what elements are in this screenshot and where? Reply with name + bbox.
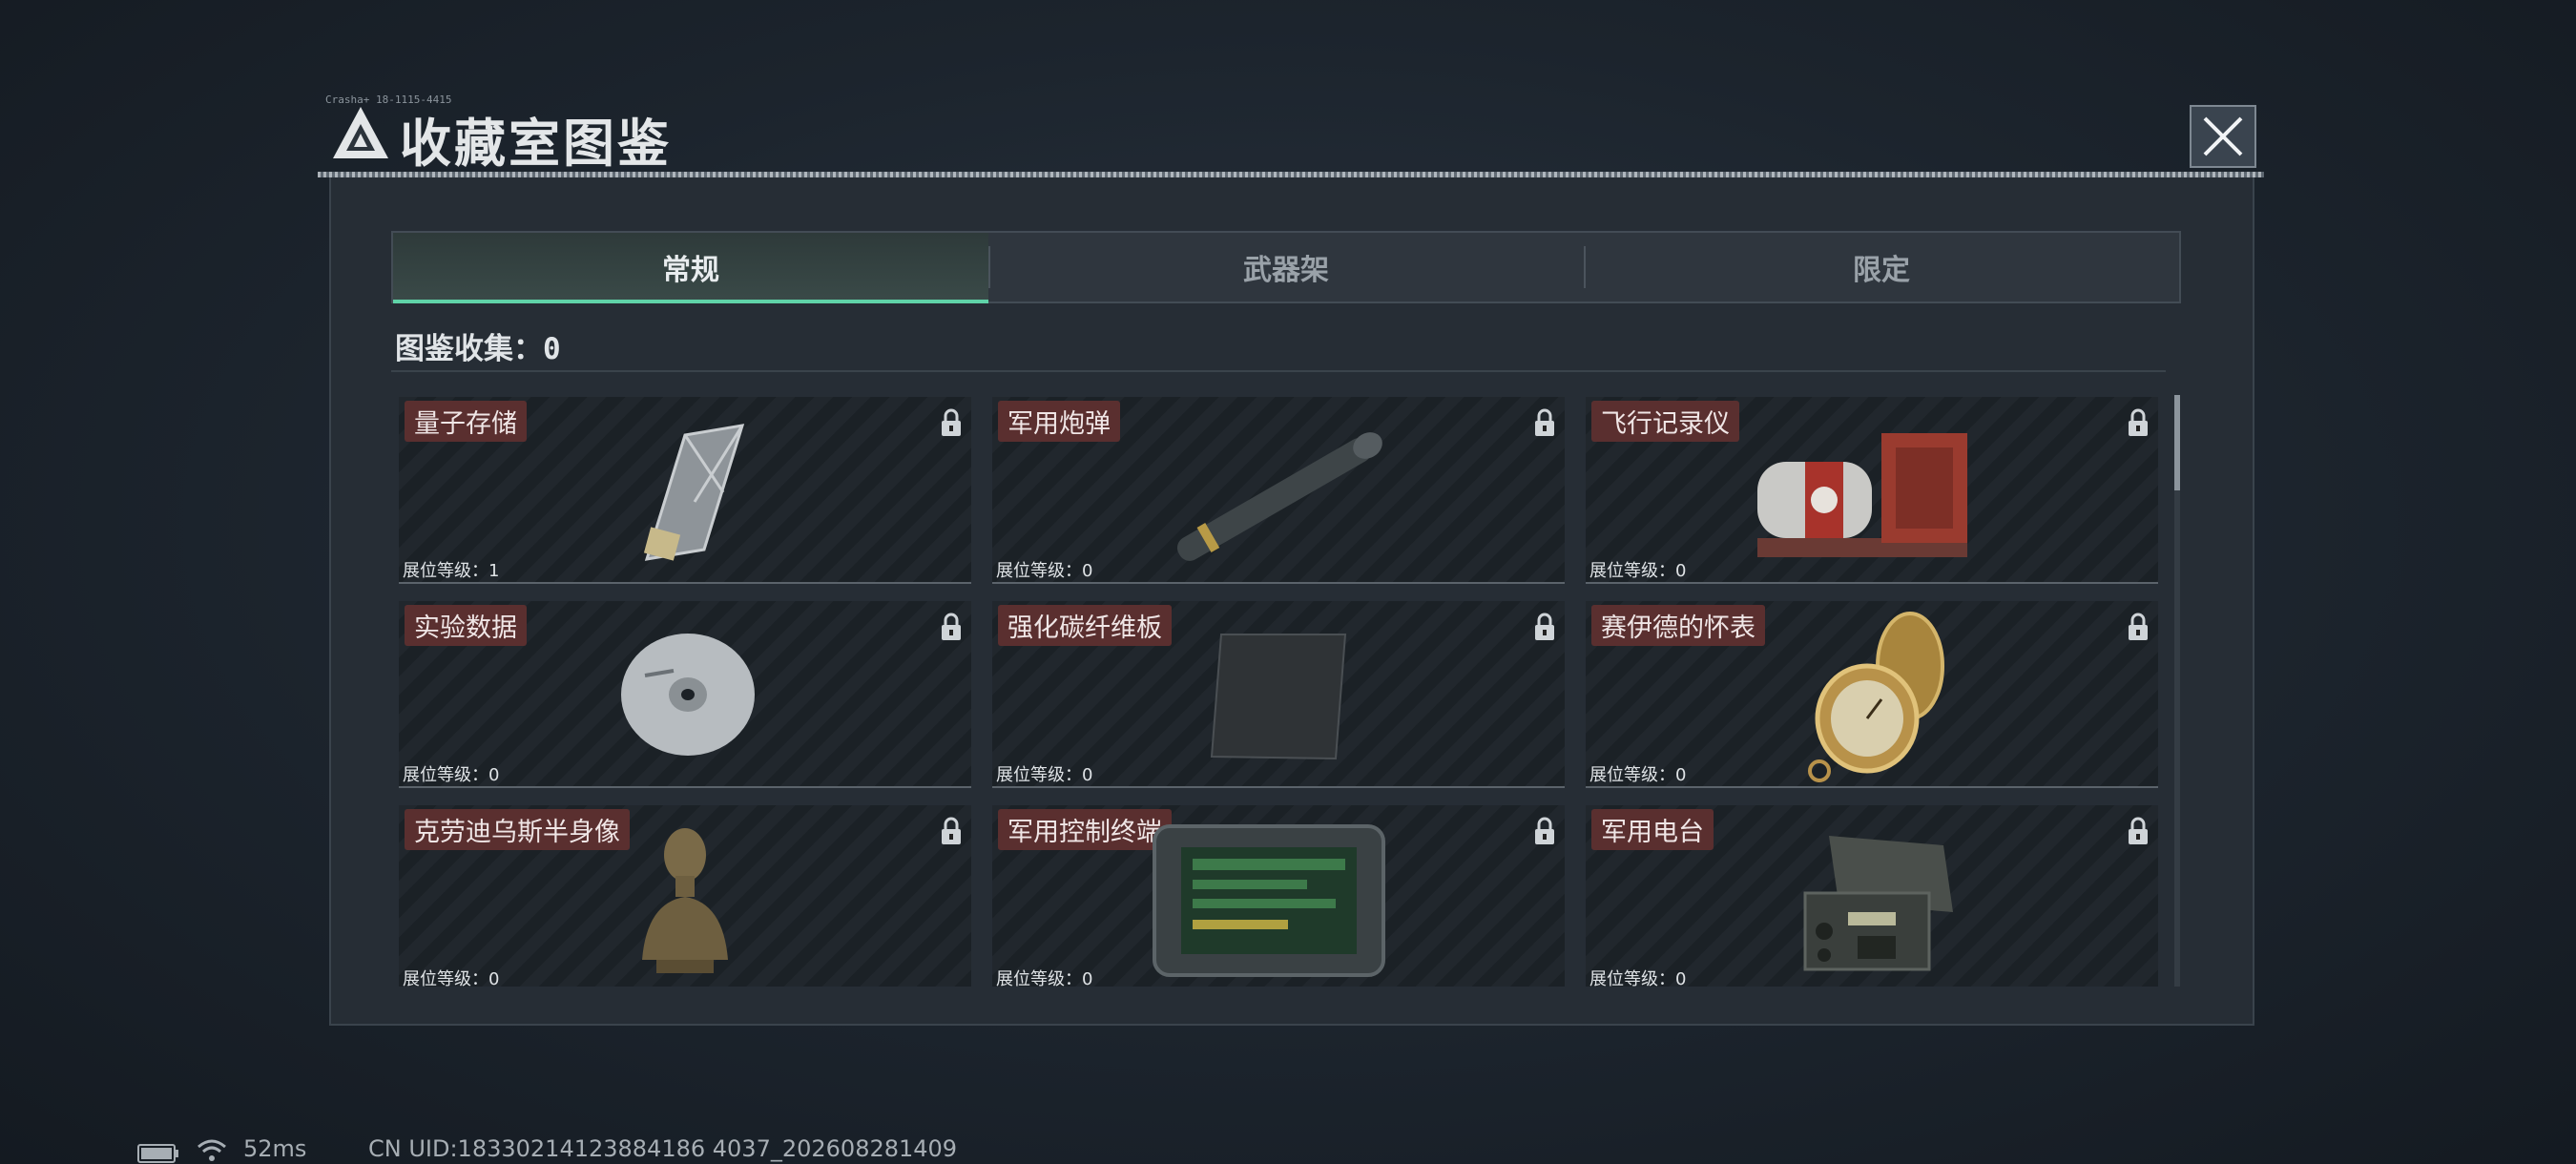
lock-icon bbox=[2129, 408, 2148, 436]
collection-label: 图鉴收集： bbox=[395, 332, 543, 366]
lock-icon bbox=[942, 817, 961, 844]
battery-icon bbox=[137, 1144, 178, 1163]
tab-regular[interactable]: 常规 bbox=[393, 233, 988, 303]
exhibit-rank: 展位等级：0 bbox=[1589, 966, 1686, 987]
delta-logo-icon bbox=[333, 107, 388, 158]
rank-label: 展位等级： bbox=[1589, 561, 1675, 581]
collection-count: 图鉴收集：0 bbox=[395, 324, 561, 367]
usb-drive-icon bbox=[643, 424, 745, 561]
bust-statue-icon bbox=[642, 828, 728, 973]
exhibit-rank: 展位等级：0 bbox=[996, 761, 1092, 786]
rank-value: 0 bbox=[1082, 765, 1093, 785]
item-name: 军用炮弹 bbox=[998, 401, 1120, 442]
rank-value: 1 bbox=[488, 561, 500, 581]
rank-label: 展位等级： bbox=[996, 765, 1082, 785]
cd-disc-icon bbox=[621, 634, 755, 756]
item-name: 军用电台 bbox=[1591, 809, 1714, 850]
item-name: 飞行记录仪 bbox=[1591, 401, 1739, 442]
item-card[interactable]: 强化碳纤维板 展位等级：0 bbox=[992, 601, 1565, 788]
exhibit-rank: 展位等级：0 bbox=[996, 966, 1092, 987]
exhibit-rank: 展位等级：0 bbox=[1589, 761, 1686, 786]
tab-weapon-rack[interactable]: 武器架 bbox=[988, 233, 1584, 301]
lock-icon bbox=[1535, 817, 1554, 844]
item-card[interactable]: 赛伊德的怀表 展位等级：0 bbox=[1586, 601, 2158, 788]
section-divider bbox=[391, 370, 2166, 372]
exhibit-rank: 展位等级：0 bbox=[403, 761, 499, 786]
item-card[interactable]: 克劳迪乌斯半身像 展位等级：0 bbox=[399, 805, 971, 987]
item-card[interactable]: 军用炮弹 展位等级：0 bbox=[992, 397, 1565, 584]
item-card[interactable]: 军用电台 展位等级：0 bbox=[1586, 805, 2158, 987]
scroll-thumb[interactable] bbox=[2174, 395, 2180, 490]
lock-icon bbox=[942, 613, 961, 640]
rank-label: 展位等级： bbox=[403, 561, 488, 581]
carbon-plate-icon bbox=[1210, 634, 1347, 760]
control-terminal-icon bbox=[1153, 824, 1385, 977]
item-name: 实验数据 bbox=[405, 605, 527, 646]
item-name: 量子存储 bbox=[405, 401, 527, 442]
rank-value: 0 bbox=[1082, 969, 1093, 987]
flight-recorder-icon bbox=[1757, 433, 1967, 557]
item-name: 克劳迪乌斯半身像 bbox=[405, 809, 630, 850]
item-card[interactable]: 飞行记录仪 展位等级：0 bbox=[1586, 397, 2158, 584]
close-button[interactable] bbox=[2190, 105, 2256, 168]
rank-label: 展位等级： bbox=[403, 765, 488, 785]
category-tabs: 常规 武器架 限定 bbox=[391, 231, 2181, 303]
exhibit-rank: 展位等级：0 bbox=[403, 966, 499, 987]
close-icon bbox=[2203, 116, 2243, 156]
lock-icon bbox=[2129, 817, 2148, 844]
tab-limited[interactable]: 限定 bbox=[1584, 233, 2179, 301]
artillery-shell-icon bbox=[1176, 432, 1382, 561]
dialog-title-bar: Crasha+ 18-1115-4415 收藏室图鉴 bbox=[318, 94, 2264, 183]
collection-value: 0 bbox=[543, 332, 561, 366]
lock-icon bbox=[2129, 613, 2148, 640]
title-divider bbox=[318, 172, 2264, 177]
rank-value: 0 bbox=[1675, 561, 1687, 581]
rank-value: 0 bbox=[1675, 969, 1687, 987]
user-uid: CN UID:18330214123884186 4037_2026082814… bbox=[368, 1135, 958, 1162]
rank-value: 0 bbox=[488, 765, 500, 785]
rank-label: 展位等级： bbox=[996, 561, 1082, 581]
lock-icon bbox=[1535, 613, 1554, 640]
item-name: 赛伊德的怀表 bbox=[1591, 605, 1765, 646]
exhibit-rank: 展位等级：0 bbox=[1589, 557, 1686, 582]
item-card[interactable]: 量子存储 展位等级：1 bbox=[399, 397, 971, 584]
rank-label: 展位等级： bbox=[403, 969, 488, 987]
exhibit-rank: 展位等级：1 bbox=[403, 557, 499, 582]
rank-label: 展位等级： bbox=[996, 969, 1082, 987]
exhibit-rank: 展位等级：0 bbox=[996, 557, 1092, 582]
rank-label: 展位等级： bbox=[1589, 969, 1675, 987]
rank-value: 0 bbox=[1675, 765, 1687, 785]
grid-scrollbar[interactable] bbox=[2174, 395, 2180, 987]
rank-value: 0 bbox=[1082, 561, 1093, 581]
wifi-icon bbox=[197, 1139, 226, 1161]
ping-readout: 52ms bbox=[243, 1135, 307, 1162]
rank-value: 0 bbox=[488, 969, 500, 987]
item-card[interactable]: 军用控制终端 展位等级：0 bbox=[992, 805, 1565, 987]
item-card[interactable]: 实验数据 展位等级：0 bbox=[399, 601, 971, 788]
page-title: 收藏室图鉴 bbox=[400, 114, 672, 174]
rank-label: 展位等级： bbox=[1589, 765, 1675, 785]
lock-icon bbox=[942, 408, 961, 436]
item-name: 强化碳纤维板 bbox=[998, 605, 1172, 646]
lock-icon bbox=[1535, 408, 1554, 436]
military-radio-icon bbox=[1803, 836, 1953, 971]
item-grid: 量子存储 展位等级：1 军用炮弹 展位等级：0 飞行记录仪 展位等级：0 实验数… bbox=[399, 397, 2160, 987]
pocket-watch-icon bbox=[1808, 612, 1944, 782]
